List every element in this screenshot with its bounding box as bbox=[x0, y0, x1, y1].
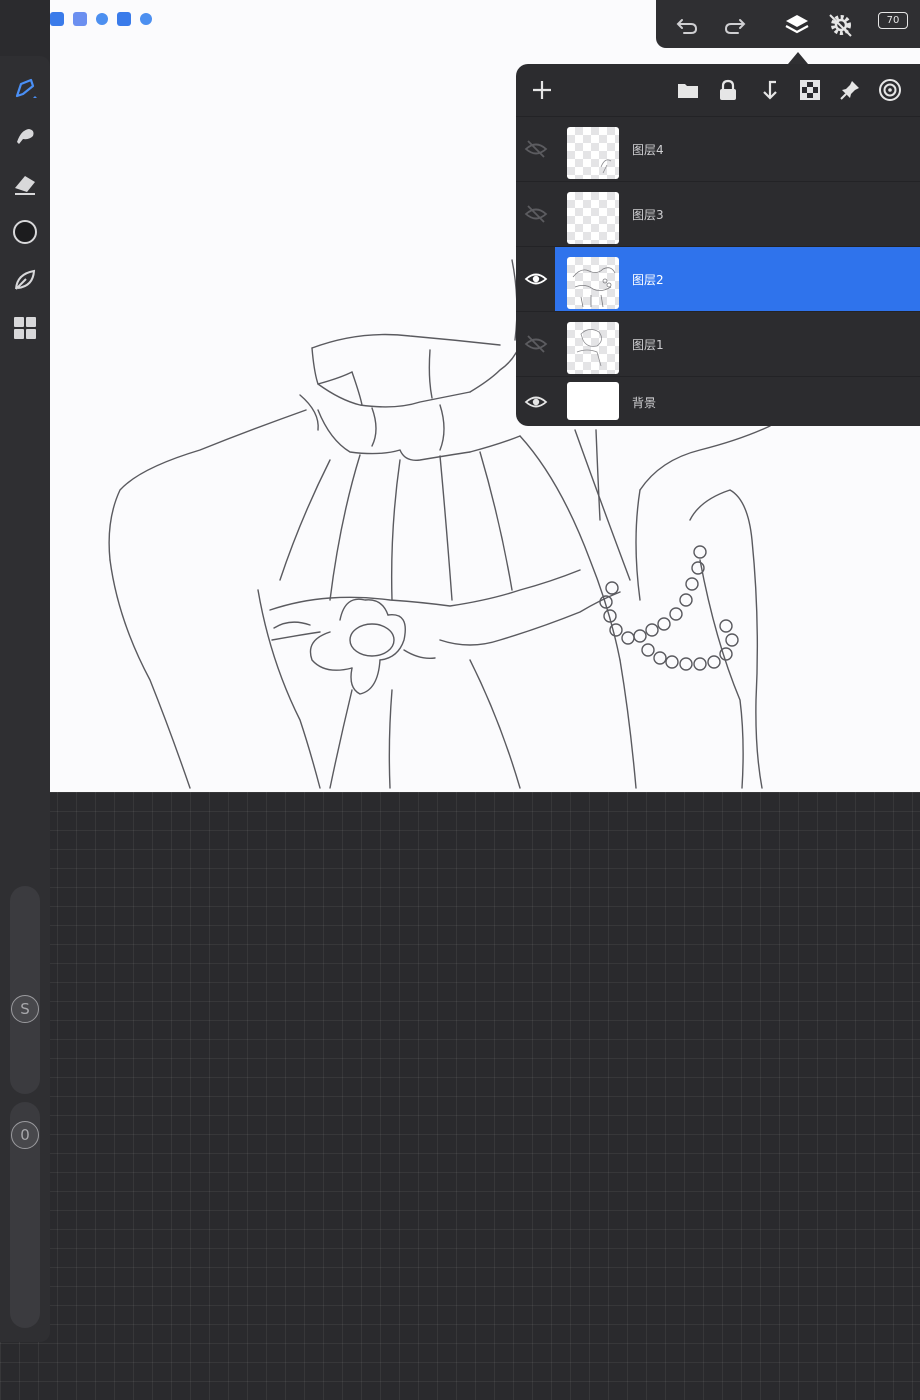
brush-tool-button[interactable] bbox=[9, 72, 41, 104]
folder-icon bbox=[678, 84, 698, 98]
battery-indicator: 70 bbox=[878, 12, 908, 29]
layers-panel: 图层4 图层3 图层2 图层1 背景 bbox=[516, 64, 920, 426]
layers-button[interactable] bbox=[782, 10, 812, 40]
layer-name: 图层4 bbox=[632, 143, 664, 157]
checker-button[interactable] bbox=[796, 76, 824, 104]
layer-row-selected[interactable]: 图层2 bbox=[516, 246, 920, 311]
brush-icon bbox=[15, 78, 37, 98]
redo-icon bbox=[724, 19, 746, 34]
calendar-app-icon bbox=[73, 12, 87, 26]
target-icon bbox=[879, 79, 901, 101]
merge-down-button[interactable] bbox=[756, 76, 784, 104]
layer-row-background[interactable]: 背景 bbox=[516, 376, 920, 426]
send-app-icon bbox=[140, 13, 152, 25]
eraser-icon bbox=[15, 176, 35, 195]
layer-row[interactable]: 图层4 bbox=[516, 116, 920, 181]
target-button[interactable] bbox=[876, 76, 904, 104]
pin-button[interactable] bbox=[836, 76, 864, 104]
layers-icon bbox=[785, 15, 809, 34]
redo-button[interactable] bbox=[720, 10, 750, 40]
eye-icon[interactable] bbox=[524, 390, 548, 414]
smudge-tool-button[interactable] bbox=[9, 120, 41, 152]
brush-size-handle[interactable]: S bbox=[11, 995, 39, 1023]
layer-thumbnail bbox=[567, 382, 619, 420]
layer-name: 图层3 bbox=[632, 208, 664, 222]
layer-row[interactable]: 图层1 bbox=[516, 311, 920, 376]
leaf-icon bbox=[15, 269, 36, 290]
undo-button[interactable] bbox=[672, 10, 702, 40]
gear-icon bbox=[829, 14, 852, 37]
eye-hidden-icon[interactable] bbox=[524, 137, 548, 161]
left-toolbar: S 0 bbox=[0, 56, 50, 1342]
layers-panel-header bbox=[516, 64, 920, 116]
layer-thumbnail bbox=[567, 127, 619, 179]
settings-button[interactable] bbox=[826, 10, 856, 40]
eye-hidden-icon[interactable] bbox=[524, 332, 548, 356]
add-layer-icon bbox=[533, 81, 551, 99]
folder-button[interactable] bbox=[674, 76, 702, 104]
layer-row-body[interactable]: 图层2 bbox=[555, 247, 920, 311]
layer-row-body[interactable]: 图层4 bbox=[555, 117, 920, 181]
layer-thumbnail bbox=[567, 322, 619, 374]
layer-name: 背景 bbox=[632, 396, 657, 410]
top-toolbar: 70 bbox=[656, 0, 920, 48]
selection-tool-button[interactable] bbox=[9, 264, 41, 296]
gallery-button[interactable] bbox=[9, 312, 41, 344]
canvas-backdrop-grid bbox=[0, 792, 920, 1400]
popover-arrow bbox=[788, 52, 808, 64]
add-layer-button[interactable] bbox=[528, 76, 556, 104]
color-picker-button[interactable] bbox=[9, 216, 41, 248]
brush-size-slider[interactable] bbox=[10, 886, 40, 1094]
layer-row-body[interactable]: 图层3 bbox=[555, 182, 920, 246]
eye-hidden-icon[interactable] bbox=[524, 202, 548, 226]
cloud-app-icon bbox=[50, 12, 64, 26]
layer-thumbnail bbox=[567, 257, 619, 309]
layer-row-body[interactable]: 图层1 bbox=[555, 312, 920, 376]
eraser-tool-button[interactable] bbox=[9, 168, 41, 200]
layer-row-body[interactable]: 背景 bbox=[555, 377, 920, 426]
gallery-icon bbox=[14, 317, 36, 339]
layer-name: 图层2 bbox=[632, 273, 664, 287]
color-icon bbox=[13, 220, 37, 244]
layer-thumbnail bbox=[567, 192, 619, 244]
brush-opacity-handle[interactable]: 0 bbox=[11, 1121, 39, 1149]
send-app-icon bbox=[96, 13, 108, 25]
layer-name: 图层1 bbox=[632, 338, 664, 352]
pin-icon bbox=[840, 81, 859, 100]
status-bar-icons bbox=[50, 12, 152, 26]
checker-icon bbox=[800, 80, 820, 100]
lock-button[interactable] bbox=[714, 76, 742, 104]
lock-icon bbox=[720, 79, 736, 100]
layer-row[interactable]: 图层3 bbox=[516, 181, 920, 246]
smudge-icon bbox=[17, 129, 34, 144]
merge-down-icon bbox=[763, 80, 777, 100]
eye-icon[interactable] bbox=[524, 267, 548, 291]
cloud-app-icon bbox=[117, 12, 131, 26]
undo-icon bbox=[676, 19, 698, 34]
